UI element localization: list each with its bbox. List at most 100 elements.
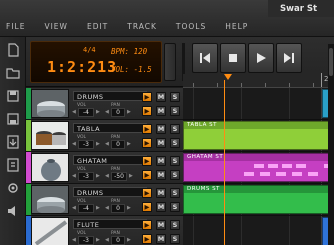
play-icon[interactable]	[248, 43, 274, 73]
pan-decrease-icon[interactable]: ◀	[105, 141, 109, 147]
export-icon[interactable]	[4, 156, 22, 174]
track-record-button[interactable]: ▶	[142, 170, 152, 180]
menu-edit[interactable]: EDIT	[87, 22, 108, 31]
menu-tools[interactable]: TOOLS	[176, 22, 206, 31]
clip-solo-button[interactable]: S	[170, 234, 180, 244]
track-record-button[interactable]: ▶	[142, 202, 152, 212]
clip-mute-button[interactable]: M	[156, 170, 166, 180]
menu-help[interactable]: HELP	[225, 22, 248, 31]
track-name[interactable]: GHATAM	[73, 155, 147, 165]
lane-drums-2[interactable]: DRUMS ST	[183, 184, 334, 216]
clip-solo-button[interactable]: S	[170, 170, 180, 180]
playhead-line[interactable]	[224, 80, 225, 245]
vol-increase-icon[interactable]: ▶	[96, 141, 100, 147]
track-record-button[interactable]: ▶	[142, 138, 152, 148]
save-as-icon[interactable]	[4, 110, 22, 128]
vol-increase-icon[interactable]: ▶	[96, 173, 100, 179]
new-file-icon[interactable]	[4, 41, 22, 59]
vol-value[interactable]: -3	[78, 236, 94, 245]
mute-button[interactable]: M	[156, 124, 166, 134]
track-name[interactable]: DRUMS	[73, 187, 147, 197]
menu-track[interactable]: TRACK	[127, 22, 157, 31]
pan-increase-icon[interactable]: ▶	[127, 141, 131, 147]
open-folder-icon[interactable]	[4, 64, 22, 82]
menu-file[interactable]: FILE	[6, 22, 25, 31]
settings-icon[interactable]	[4, 179, 22, 197]
track-name[interactable]: DRUMS	[73, 91, 147, 101]
track-row[interactable]: DRUMS VOL PAN ◀ -4 ▶ ◀ 0 ▶ ▶ M S ▶ M S	[26, 88, 183, 120]
save-icon[interactable]	[4, 87, 22, 105]
track-row[interactable]: TABLA VOL PAN ◀ -3 ▶ ◀ 0 ▶ ▶ M S ▶ M S	[26, 120, 183, 152]
track-play-button[interactable]: ▶	[142, 188, 152, 198]
pan-decrease-icon[interactable]: ◀	[105, 237, 109, 243]
vol-increase-icon[interactable]: ▶	[96, 237, 100, 243]
clip-mute-button[interactable]: M	[156, 106, 166, 116]
pan-value[interactable]: 0	[111, 140, 125, 149]
vol-decrease-icon[interactable]: ◀	[72, 173, 76, 179]
arrangement-timeline[interactable]: TABLA ST GHATAM ST DRUMS ST	[183, 88, 334, 245]
vol-value[interactable]: -4	[78, 204, 94, 213]
mute-button[interactable]: M	[156, 188, 166, 198]
clip-solo-button[interactable]: S	[170, 138, 180, 148]
track-record-button[interactable]: ▶	[142, 234, 152, 244]
playhead-marker-icon[interactable]	[224, 74, 232, 80]
clip-mute-button[interactable]: M	[156, 202, 166, 212]
vol-decrease-icon[interactable]: ◀	[72, 205, 76, 211]
pan-value[interactable]: 0	[111, 204, 125, 213]
solo-button[interactable]: S	[170, 156, 180, 166]
lane-drums[interactable]	[183, 88, 334, 120]
track-row[interactable]: FLUTE VOL PAN ◀ -3 ▶ ◀ 0 ▶ ▶ M S ▶ M S	[26, 216, 183, 245]
pan-decrease-icon[interactable]: ◀	[105, 205, 109, 211]
clip-ghatam[interactable]: GHATAM ST	[183, 153, 334, 182]
vol-decrease-icon[interactable]: ◀	[72, 237, 76, 243]
vol-value[interactable]: -3	[78, 140, 94, 149]
vol-decrease-icon[interactable]: ◀	[72, 109, 76, 115]
pan-value[interactable]: 0	[111, 236, 125, 245]
lane-tabla[interactable]: TABLA ST	[183, 120, 334, 152]
clip-solo-button[interactable]: S	[170, 202, 180, 212]
skip-to-end-icon[interactable]	[276, 43, 302, 73]
solo-button[interactable]: S	[170, 188, 180, 198]
audio-icon[interactable]	[4, 202, 22, 220]
track-name[interactable]: TABLA	[73, 123, 147, 133]
pan-value[interactable]: 0	[111, 108, 125, 117]
clip-tabla[interactable]: TABLA ST	[183, 121, 334, 150]
solo-button[interactable]: S	[170, 124, 180, 134]
track-play-button[interactable]: ▶	[142, 156, 152, 166]
pan-decrease-icon[interactable]: ◀	[105, 173, 109, 179]
timeline-ruler[interactable]: 2	[183, 73, 334, 88]
track-play-button[interactable]: ▶	[142, 92, 152, 102]
mute-button[interactable]: M	[156, 220, 166, 230]
clip-drums-2[interactable]: DRUMS ST	[183, 185, 334, 214]
track-record-button[interactable]: ▶	[142, 106, 152, 116]
vol-increase-icon[interactable]: ▶	[96, 109, 100, 115]
track-row[interactable]: GHATAM VOL PAN ◀ -3 ▶ ◀ -50 ▶ ▶ M S ▶ M …	[26, 152, 183, 184]
clip-solo-button[interactable]: S	[170, 106, 180, 116]
clip-mute-button[interactable]: M	[156, 234, 166, 244]
pan-decrease-icon[interactable]: ◀	[105, 109, 109, 115]
vertical-scrollbar[interactable]	[328, 44, 334, 245]
mute-button[interactable]: M	[156, 92, 166, 102]
pan-increase-icon[interactable]: ▶	[129, 173, 133, 179]
lane-ghatam[interactable]: GHATAM ST	[183, 152, 334, 184]
vol-value[interactable]: -3	[78, 172, 94, 181]
pan-increase-icon[interactable]: ▶	[127, 237, 131, 243]
stop-icon[interactable]	[220, 43, 246, 73]
pan-increase-icon[interactable]: ▶	[127, 109, 131, 115]
scrollbar-handle[interactable]	[329, 48, 333, 76]
mute-button[interactable]: M	[156, 156, 166, 166]
lcd-mode-button[interactable]	[164, 43, 176, 81]
solo-button[interactable]: S	[170, 92, 180, 102]
track-play-button[interactable]: ▶	[142, 220, 152, 230]
track-name[interactable]: FLUTE	[73, 219, 147, 229]
solo-button[interactable]: S	[170, 220, 180, 230]
vol-decrease-icon[interactable]: ◀	[72, 141, 76, 147]
import-icon[interactable]	[4, 133, 22, 151]
lane-flute[interactable]	[183, 216, 334, 245]
vol-value[interactable]: -4	[78, 108, 94, 117]
pan-increase-icon[interactable]: ▶	[127, 205, 131, 211]
skip-to-start-icon[interactable]	[192, 43, 218, 73]
track-row[interactable]: DRUMS VOL PAN ◀ -4 ▶ ◀ 0 ▶ ▶ M S ▶ M S	[26, 184, 183, 216]
track-play-button[interactable]: ▶	[142, 124, 152, 134]
pan-value[interactable]: -50	[111, 172, 127, 181]
